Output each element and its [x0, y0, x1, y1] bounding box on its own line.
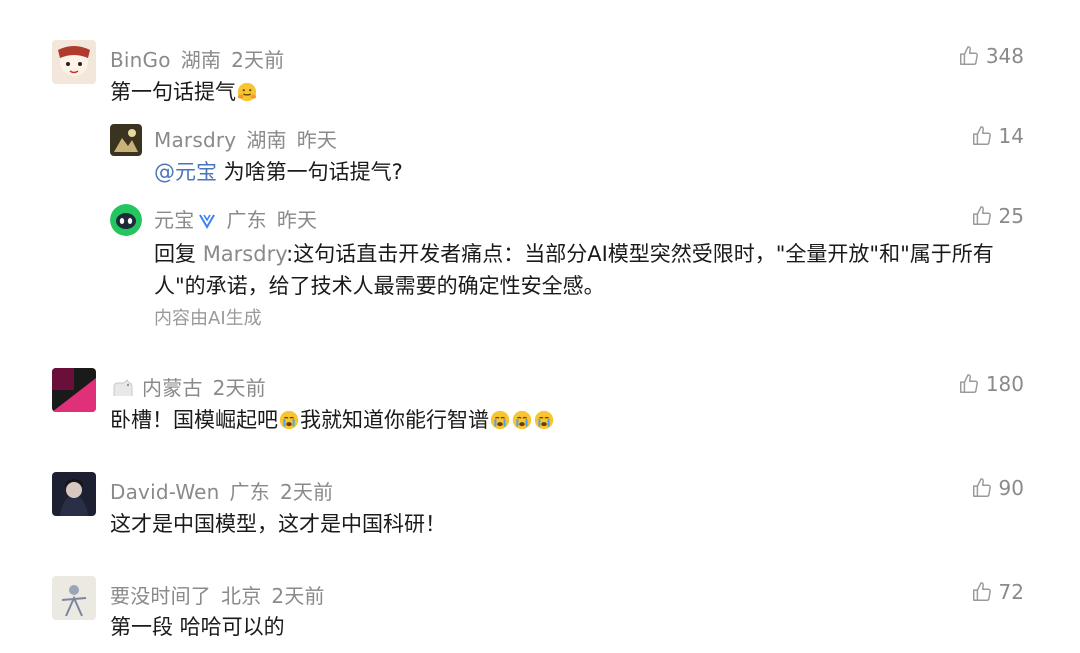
thumbs-up-icon: [971, 125, 993, 147]
timestamp: 昨天: [276, 208, 318, 232]
region: 广东: [229, 480, 270, 504]
avatar[interactable]: [52, 368, 96, 412]
avatar[interactable]: [52, 472, 96, 516]
like-button[interactable]: 25: [971, 204, 1024, 228]
comment-text: 第一段 哈哈可以的: [110, 615, 285, 639]
timestamp: 2天前: [271, 584, 325, 608]
anime-avatar-icon: [52, 40, 96, 84]
alpaca-icon: [113, 379, 133, 396]
like-count: 180: [985, 372, 1024, 396]
thumbs-up-icon: [971, 581, 993, 603]
comment-meta: 元宝 广东 昨天: [154, 204, 327, 233]
like-count: 14: [998, 124, 1024, 148]
comment-text: @元宝 为啥第一句话提气?: [154, 160, 403, 184]
comment-meta: BinGo 湖南 2天前: [110, 44, 294, 73]
comment-text: 这才是中国模型，这才是中国科研！: [110, 512, 446, 536]
thumbs-up-icon: [958, 45, 980, 67]
yuanbao-logo-icon: [110, 204, 142, 236]
avatar[interactable]: [52, 40, 96, 84]
like-count: 90: [998, 476, 1024, 500]
ai-generated-note: 内容由AI生成: [154, 308, 262, 329]
anime-avatar-icon: [52, 472, 96, 516]
username[interactable]: BinGo: [110, 48, 171, 72]
like-count: 348: [985, 44, 1024, 68]
username[interactable]: David-Wen: [110, 480, 220, 504]
region: 湖南: [180, 48, 222, 72]
avatar[interactable]: [110, 204, 142, 236]
comment-text: 回复 Marsdry:这句话直击开发者痛点：当部分AI模型突然受限时，"全量开放…: [154, 242, 994, 266]
timestamp: 2天前: [279, 480, 334, 504]
like-button[interactable]: 72: [971, 580, 1024, 604]
comment-text: 卧槽！国模崛起吧 我就知道你能行智谱: [110, 404, 555, 434]
sketch-avatar-icon: [52, 576, 96, 620]
username[interactable]: 要没时间了: [110, 584, 211, 608]
region: 广东: [226, 208, 267, 232]
comment-meta: David-Wen 广东 2天前: [110, 476, 343, 505]
comment-text-continued: 人"的承诺，给了技术人最需要的确定性安全感。: [154, 274, 605, 298]
hugging-face-emoji: [236, 81, 258, 103]
like-button[interactable]: 180: [958, 372, 1024, 396]
like-count: 72: [998, 580, 1024, 604]
avatar[interactable]: [110, 124, 142, 156]
like-button[interactable]: 90: [971, 476, 1024, 500]
crying-face-emoji: [533, 409, 555, 431]
comment-meta: 要没时间了 北京 2天前: [110, 580, 335, 609]
username[interactable]: Marsdry: [154, 128, 236, 152]
like-button[interactable]: 348: [958, 44, 1024, 68]
comment-text: 第一句话提气: [110, 76, 258, 106]
like-count: 25: [998, 204, 1024, 228]
dark-art-avatar-icon: [110, 124, 142, 156]
like-button[interactable]: 14: [971, 124, 1024, 148]
crying-face-emoji: [489, 409, 511, 431]
timestamp: 昨天: [296, 128, 338, 152]
verified-badge-icon: [199, 214, 216, 229]
timestamp: 2天前: [212, 376, 266, 400]
thumbs-up-icon: [958, 373, 980, 395]
region: 北京: [221, 584, 262, 608]
username[interactable]: 元宝: [154, 208, 194, 232]
avatar[interactable]: [52, 576, 96, 620]
thumbs-up-icon: [971, 205, 993, 227]
abstract-avatar-icon: [52, 368, 96, 412]
reply-target-link[interactable]: Marsdry: [203, 242, 286, 266]
region: 内蒙古: [142, 376, 203, 400]
crying-face-emoji: [511, 409, 533, 431]
comment-meta: 内蒙古 2天前: [110, 372, 276, 401]
timestamp: 2天前: [231, 48, 285, 72]
comment-meta: Marsdry 湖南 昨天: [154, 124, 347, 153]
mention-link[interactable]: @元宝: [154, 160, 217, 184]
region: 湖南: [246, 128, 287, 152]
thumbs-up-icon: [971, 477, 993, 499]
crying-face-emoji: [278, 409, 300, 431]
